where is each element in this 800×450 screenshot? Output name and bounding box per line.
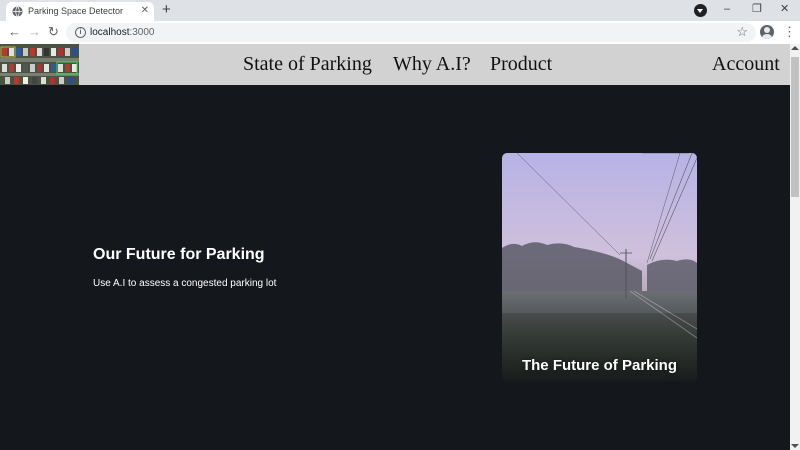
hero-title: Our Future for Parking bbox=[93, 246, 265, 263]
parking-lot-logo[interactable] bbox=[0, 44, 79, 85]
new-tab-button[interactable]: + bbox=[162, 2, 171, 18]
forward-icon[interactable]: → bbox=[28, 25, 41, 39]
url-port: :3000 bbox=[129, 27, 155, 38]
close-tab-icon[interactable]: ✕ bbox=[141, 5, 149, 17]
scroll-down-arrow-icon[interactable] bbox=[791, 444, 799, 448]
parking-lot-image bbox=[0, 44, 79, 85]
url-text: localhost:3000 bbox=[90, 27, 155, 38]
scroll-up-arrow-icon[interactable] bbox=[791, 46, 799, 50]
browser-menu-icon[interactable]: ⋮ bbox=[783, 24, 796, 40]
scroll-thumb[interactable] bbox=[791, 57, 799, 197]
profile-avatar-icon[interactable] bbox=[760, 25, 774, 39]
url-host: localhost bbox=[90, 27, 130, 38]
browser-toolbar: ← → ↻ i localhost:3000 ☆ ⋮ bbox=[0, 21, 800, 44]
nav-link-account[interactable]: Account bbox=[712, 53, 780, 76]
back-icon[interactable]: ← bbox=[8, 25, 21, 39]
nav-link-why-ai[interactable]: Why A.I? bbox=[393, 53, 471, 76]
foggy-railway-image bbox=[502, 153, 697, 381]
browser-tab[interactable]: Parking Space Detector ✕ bbox=[6, 2, 154, 21]
hero-subtitle: Use A.I to assess a congested parking lo… bbox=[93, 278, 277, 289]
tab-title: Parking Space Detector bbox=[28, 6, 124, 16]
globe-icon bbox=[12, 6, 23, 17]
card-caption: The Future of Parking bbox=[521, 357, 677, 374]
window-close-button[interactable]: ✕ bbox=[780, 2, 789, 16]
page-scrollbar[interactable] bbox=[790, 44, 800, 450]
address-bar[interactable]: i localhost:3000 ☆ bbox=[66, 23, 756, 42]
nav-link-product[interactable]: Product bbox=[490, 53, 552, 76]
nav-link-state-of-parking[interactable]: State of Parking bbox=[243, 53, 372, 76]
tab-search-icon[interactable] bbox=[694, 4, 707, 17]
reload-icon[interactable]: ↻ bbox=[48, 25, 59, 39]
restore-button[interactable]: ❐ bbox=[752, 2, 762, 16]
site-navbar: State of Parking Why A.I? Product Accoun… bbox=[0, 44, 790, 85]
future-parking-card[interactable]: The Future of Parking bbox=[502, 153, 697, 381]
info-icon[interactable]: i bbox=[75, 27, 86, 38]
minimize-button[interactable]: – bbox=[724, 2, 730, 16]
bookmark-star-icon[interactable]: ☆ bbox=[736, 24, 748, 40]
browser-tab-strip: Parking Space Detector ✕ + – ❐ ✕ bbox=[0, 0, 800, 21]
